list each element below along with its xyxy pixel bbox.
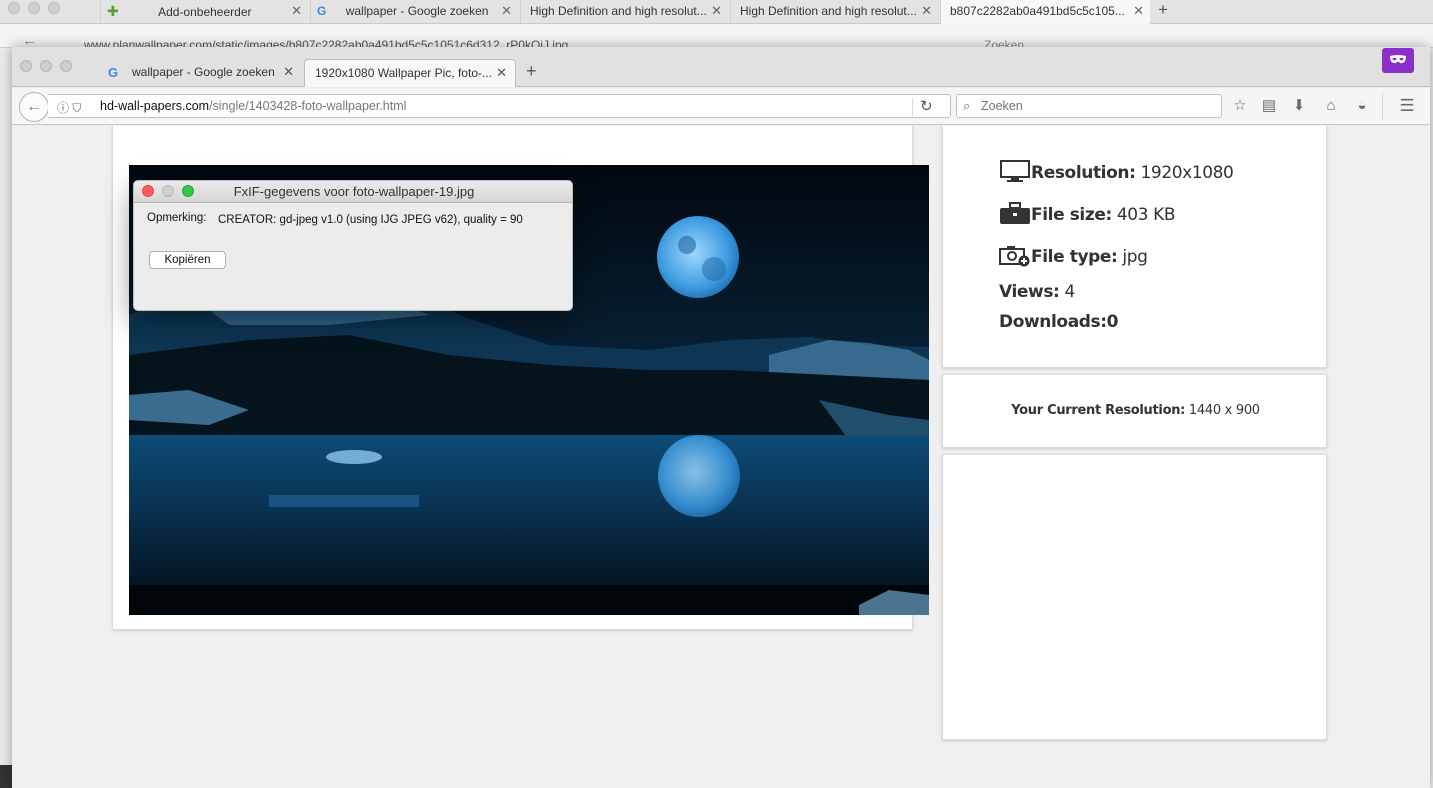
- bg-minimize-dot[interactable]: [28, 2, 40, 14]
- navigation-bar: ← ⓘ ⛉ hd-wall-papers.com/single/1403428-…: [12, 88, 1430, 125]
- tab-label: wallpaper - Google zoeken: [132, 65, 275, 79]
- dialog-minimize-dot: [162, 185, 174, 197]
- file-size-row: File size: 403 KB: [999, 201, 1176, 225]
- search-box[interactable]: ⌕: [956, 94, 1222, 118]
- reload-icon[interactable]: ↻: [920, 97, 933, 115]
- resolution-value: 1920x1080: [1135, 163, 1234, 183]
- home-icon[interactable]: ⌂: [1321, 96, 1341, 116]
- pocket-icon[interactable]: ◒: [1352, 96, 1372, 116]
- reading-list-icon[interactable]: ▤: [1259, 96, 1279, 116]
- url-path: /single/1403428-foto-wallpaper.html: [209, 99, 407, 113]
- tab-google-search[interactable]: G wallpaper - Google zoeken ✕: [102, 59, 302, 87]
- new-tab-icon[interactable]: +: [526, 61, 537, 82]
- downloads-label: Downloads:: [999, 312, 1107, 332]
- toolbar-divider: [1382, 93, 1383, 119]
- bg-tab-label: High Definition and high resolut...: [740, 4, 917, 18]
- address-bar[interactable]: ⓘ ⛉ hd-wall-papers.com/single/1403428-fo…: [48, 94, 951, 118]
- url-text[interactable]: hd-wall-papers.com/single/1403428-foto-w…: [100, 99, 406, 113]
- google-icon: G: [108, 65, 119, 80]
- dialog-zoom-dot[interactable]: [182, 185, 194, 197]
- background-url-bar: ← www.planwallpaper.com/static/images/b8…: [0, 24, 1433, 48]
- current-resolution-value: 1440 x 900: [1185, 403, 1260, 418]
- window-zoom-dot[interactable]: [60, 60, 72, 72]
- comment-value: CREATOR: gd-jpeg v1.0 (using IJG JPEG v6…: [218, 214, 523, 226]
- wallpaper-info-card: WALLPAPER INFO Resolution: 1920x1080 Fil…: [942, 126, 1327, 368]
- close-icon[interactable]: ✕: [496, 60, 507, 86]
- file-size-value: 403 KB: [1111, 205, 1176, 225]
- dialog-title-bar[interactable]: FxIF-gegevens voor foto-wallpaper-19.jpg: [134, 181, 572, 203]
- bg-tab-hd-2[interactable]: High Definition and high resolut... ✕: [730, 0, 938, 24]
- info-shield-icon[interactable]: ⓘ ⛉: [57, 99, 81, 116]
- close-icon[interactable]: ✕: [711, 0, 722, 22]
- bg-zoom-dot[interactable]: [48, 2, 60, 14]
- search-icon: ⌕: [963, 98, 971, 113]
- tab-label: 1920x1080 Wallpaper Pic, foto-...: [315, 66, 492, 80]
- current-resolution-label: Your Current Resolution:: [1011, 403, 1186, 418]
- views-label: Views:: [999, 282, 1060, 302]
- mask-glyph: [1390, 55, 1406, 64]
- resolution-row: Resolution: 1920x1080: [999, 159, 1234, 183]
- bg-tab-addons[interactable]: ✚ Add-onbeheerder ✕: [100, 0, 308, 24]
- bg-close-dot[interactable]: [8, 2, 20, 14]
- search-input[interactable]: [981, 97, 1217, 115]
- window-close-dot[interactable]: [20, 60, 32, 72]
- download-icon[interactable]: ⬇: [1289, 96, 1309, 116]
- url-separator: [912, 98, 913, 116]
- close-icon[interactable]: ✕: [501, 0, 512, 22]
- bg-tab-label: High Definition and high resolut...: [530, 4, 707, 18]
- views-row: Views: 4: [999, 282, 1075, 302]
- copy-button[interactable]: Kopiëren: [149, 251, 226, 269]
- exif-dialog: FxIF-gegevens voor foto-wallpaper-19.jpg…: [133, 180, 573, 311]
- back-button[interactable]: ←: [19, 92, 49, 122]
- back-arrow-icon[interactable]: ←: [22, 32, 37, 47]
- back-arrow-icon: ←: [26, 98, 42, 115]
- url-host: hd-wall-papers.com: [100, 99, 210, 113]
- tab-bar: G wallpaper - Google zoeken ✕ 1920x1080 …: [12, 47, 1430, 87]
- file-type-label: File type:: [1031, 247, 1118, 267]
- comment-label: Opmerking:: [147, 212, 207, 224]
- toolbox-icon: [1000, 202, 1030, 224]
- current-resolution-text: Your Current Resolution: 1440 x 900: [943, 403, 1328, 418]
- main-browser-window: G wallpaper - Google zoeken ✕ 1920x1080 …: [12, 47, 1430, 788]
- bg-tab-label: wallpaper - Google zoeken: [345, 4, 489, 18]
- close-icon[interactable]: ✕: [291, 0, 302, 22]
- desktop-strip: [0, 765, 12, 788]
- resolution-label: Resolution:: [1031, 163, 1136, 183]
- camera-add-icon: [999, 246, 1030, 267]
- tab-wallpaper-page[interactable]: 1920x1080 Wallpaper Pic, foto-... ✕: [304, 59, 516, 87]
- bg-tab-label: Add-onbeheerder: [158, 5, 252, 19]
- menu-hamburger-icon[interactable]: ☰: [1397, 96, 1417, 116]
- bg-tab-google[interactable]: G wallpaper - Google zoeken ✕: [310, 0, 518, 24]
- bg-tab-hd-1[interactable]: High Definition and high resolut... ✕: [520, 0, 728, 24]
- puzzle-icon: ✚: [107, 3, 119, 19]
- file-size-label: File size:: [1031, 205, 1112, 225]
- file-type-value: jpg: [1117, 247, 1148, 267]
- ad-placeholder-card: [942, 454, 1327, 740]
- window-minimize-dot[interactable]: [40, 60, 52, 72]
- close-icon[interactable]: ✕: [921, 0, 932, 22]
- dialog-title: FxIF-gegevens voor foto-wallpaper-19.jpg: [233, 184, 475, 199]
- bookmark-star-icon[interactable]: ☆: [1230, 96, 1250, 116]
- close-icon[interactable]: ✕: [283, 59, 294, 85]
- current-resolution-card: Your Current Resolution: 1440 x 900: [942, 374, 1327, 448]
- private-mask-icon[interactable]: [1382, 48, 1414, 73]
- background-tab-bar: ✚ Add-onbeheerder ✕ G wallpaper - Google…: [0, 0, 1433, 24]
- views-value: 4: [1059, 282, 1075, 302]
- downloads-value: 0: [1106, 312, 1119, 332]
- bg-tab-label: b807c2282ab0a491bd5c5c105...: [950, 4, 1125, 18]
- bg-tab-image[interactable]: b807c2282ab0a491bd5c5c105... ✕: [940, 0, 1150, 24]
- file-type-row: File type: jpg: [999, 243, 1148, 267]
- google-icon: G: [317, 4, 327, 18]
- close-icon[interactable]: ✕: [1133, 0, 1144, 22]
- new-tab-icon[interactable]: +: [1158, 0, 1168, 20]
- downloads-row: Downloads:0: [999, 312, 1119, 332]
- dialog-close-dot[interactable]: [142, 185, 154, 197]
- monitor-icon: [1000, 160, 1030, 182]
